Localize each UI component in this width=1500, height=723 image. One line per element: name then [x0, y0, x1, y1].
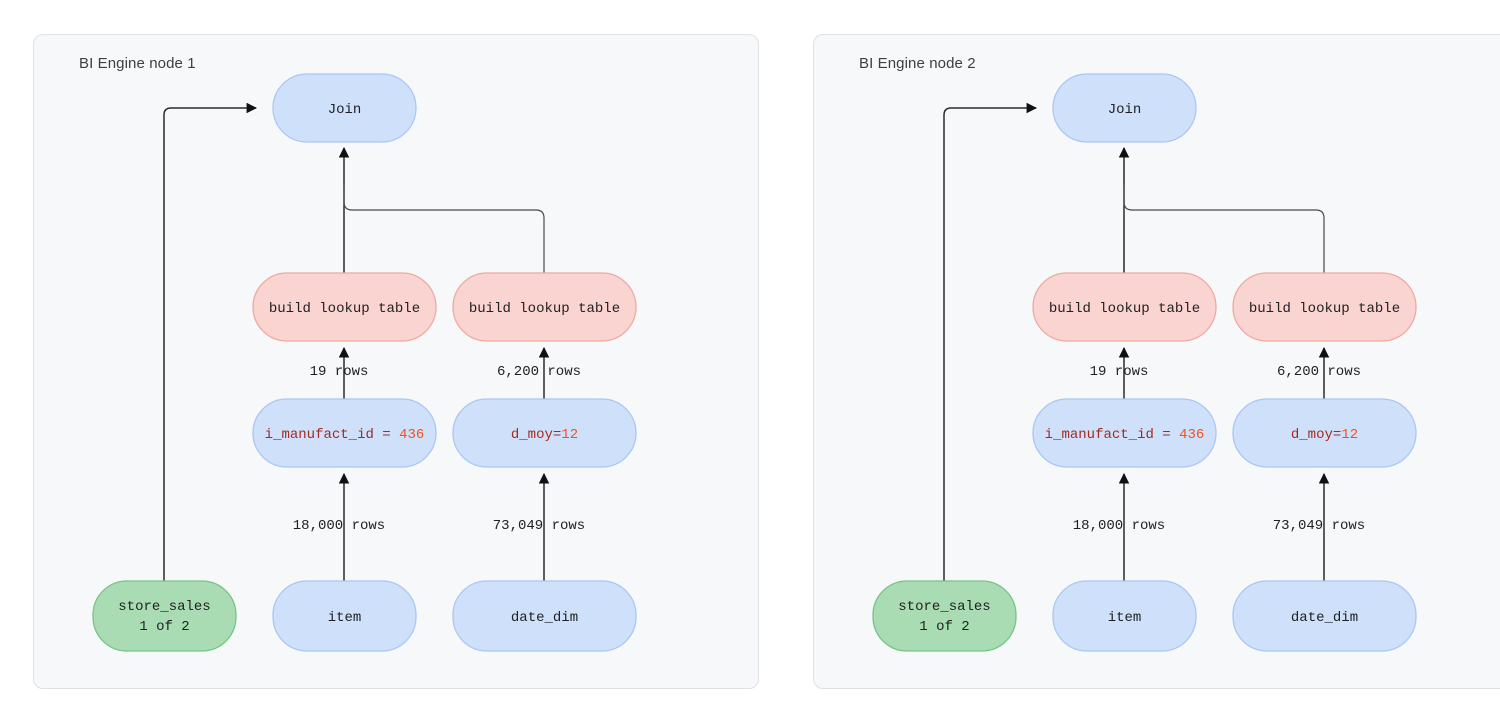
node-date-dim-label: date_dim	[511, 610, 578, 626]
edge-label-filter-right-in: 73,049 rows	[493, 518, 585, 534]
node-build-lookup-table-left[interactable]: build lookup table	[252, 272, 437, 342]
edge-label-lookup-right-in: 6,200 rows	[1277, 364, 1361, 380]
node-filter-i-manufact-id[interactable]: i_manufact_id = 436	[252, 398, 437, 468]
node-filter-d-moy[interactable]: d_moy=12	[1232, 398, 1417, 468]
svg-text:i_manufact_id = 436: i_manufact_id = 436	[1045, 427, 1205, 443]
filter-left-value: 436	[399, 427, 424, 443]
node-store-sales[interactable]: store_sales 1 of 2	[872, 580, 1017, 652]
node-store-sales[interactable]: store_sales 1 of 2	[92, 580, 237, 652]
node-lookup-left-label: build lookup table	[1049, 301, 1200, 317]
node-build-lookup-table-right[interactable]: build lookup table	[1232, 272, 1417, 342]
node-store-sales-label-line1: store_sales	[898, 599, 990, 615]
query-plan-graph: Join build lookup table build lookup tab…	[92, 73, 637, 652]
filter-left-field: i_manufact_id =	[265, 427, 399, 443]
edge-store-sales-to-join	[943, 102, 1038, 581]
edge-label-filter-left-in: 18,000 rows	[293, 518, 385, 534]
node-item[interactable]: item	[272, 580, 417, 652]
filter-left-field: i_manufact_id =	[1045, 427, 1179, 443]
node-lookup-right-label: build lookup table	[469, 301, 620, 317]
node-join-label: Join	[328, 102, 362, 118]
node-filter-d-moy[interactable]: d_moy=12	[452, 398, 637, 468]
svg-text:i_manufact_id = 436: i_manufact_id = 436	[265, 427, 425, 443]
node-build-lookup-table-right[interactable]: build lookup table	[452, 272, 637, 342]
filter-right-field: d_moy=	[1291, 427, 1341, 443]
node-date-dim-label: date_dim	[1291, 610, 1358, 626]
node-store-sales-label-line1: store_sales	[118, 599, 210, 615]
edge-lookup-right-to-join	[343, 185, 545, 273]
node-date-dim[interactable]: date_dim	[452, 580, 637, 652]
edge-lookup-right-to-join	[1123, 185, 1325, 273]
query-plan-graph: Join build lookup table build lookup tab…	[872, 73, 1417, 652]
edge-label-lookup-left-in: 19 rows	[310, 364, 369, 380]
node-item-label: item	[328, 610, 362, 626]
svg-text:d_moy=12: d_moy=12	[511, 427, 578, 443]
node-build-lookup-table-left[interactable]: build lookup table	[1032, 272, 1217, 342]
node-store-sales-label-line2: 1 of 2	[919, 619, 969, 635]
edge-label-filter-left-in: 18,000 rows	[1073, 518, 1165, 534]
bi-engine-node-panel: BI Engine node 1 Join build lookup table…	[33, 34, 759, 689]
edge-label-filter-right-in: 73,049 rows	[1273, 518, 1365, 534]
edge-label-lookup-right-in: 6,200 rows	[497, 364, 581, 380]
node-join[interactable]: Join	[272, 73, 417, 143]
node-store-sales-label-line2: 1 of 2	[139, 619, 189, 635]
node-item-label: item	[1108, 610, 1142, 626]
node-date-dim[interactable]: date_dim	[1232, 580, 1417, 652]
filter-right-field: d_moy=	[511, 427, 561, 443]
filter-left-value: 436	[1179, 427, 1204, 443]
bi-engine-node-panel: BI Engine node 2 Join build lookup table	[813, 34, 1500, 689]
node-lookup-right-label: build lookup table	[1249, 301, 1400, 317]
edge-store-sales-to-join	[163, 102, 258, 581]
node-join[interactable]: Join	[1052, 73, 1197, 143]
filter-right-value: 12	[561, 427, 578, 443]
node-lookup-left-label: build lookup table	[269, 301, 420, 317]
node-item[interactable]: item	[1052, 580, 1197, 652]
node-filter-i-manufact-id[interactable]: i_manufact_id = 436	[1032, 398, 1217, 468]
node-join-label: Join	[1108, 102, 1142, 118]
diagram-canvas: BI Engine node 1 Join build lookup table…	[0, 0, 1500, 723]
filter-right-value: 12	[1341, 427, 1358, 443]
svg-text:d_moy=12: d_moy=12	[1291, 427, 1358, 443]
edge-label-lookup-left-in: 19 rows	[1090, 364, 1149, 380]
